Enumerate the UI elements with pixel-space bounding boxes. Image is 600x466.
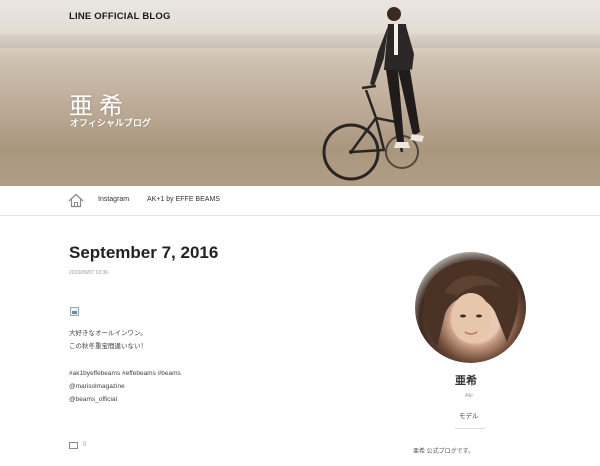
profile-avatar[interactable] [415, 252, 526, 363]
broken-image-icon[interactable] [70, 307, 79, 316]
home-icon[interactable] [68, 193, 84, 208]
avatar-portrait [423, 260, 519, 347]
profile-divider [455, 428, 485, 429]
profile-name-roman: Aki [465, 393, 473, 399]
post-line: この秋冬重宝間違いない！ [69, 343, 147, 351]
comment-button[interactable]: 0 [69, 442, 109, 452]
blog-subtitle: オフィシャルブログ [70, 118, 151, 128]
post-line: 大好きなオールインワン。 [69, 330, 147, 337]
post-body: 大好きなオールインワン。 この秋冬重宝間違いない！ #ak1byeffebeam… [69, 327, 181, 406]
header-photo-woman-with-bicycle [322, 7, 424, 181]
sea-horizon [0, 34, 600, 48]
nav-link-instagram[interactable]: Instagram [98, 196, 129, 203]
comment-icon [69, 442, 78, 449]
comment-count: 0 [83, 442, 87, 448]
post-mention-beams-official[interactable]: @beams_official [69, 393, 181, 406]
post-title[interactable]: September 7, 2016 [69, 243, 218, 263]
profile-role: モデル [459, 413, 479, 420]
beach-sand [0, 120, 600, 186]
nav-link-ak1-effe-beams[interactable]: AK+1 by EFFE BEAMS [147, 196, 220, 203]
top-nav: Instagram AK+1 by EFFE BEAMS [0, 186, 600, 216]
profile-description: 亜希 公式ブログです。 [413, 449, 475, 455]
line-official-blog-logo[interactable]: LINE OFFICIAL BLOG [69, 11, 171, 22]
post-mention-marisolmagazine[interactable]: @marisolmagazine [69, 380, 181, 393]
post-line-blank [69, 354, 181, 367]
post-hashtags[interactable]: #ak1byeffebeams #effebeams #beams [69, 367, 181, 380]
profile-name[interactable]: 亜希 [455, 372, 477, 388]
post-datetime: 2016/09/07 10:36 [69, 270, 108, 276]
header-banner: LINE OFFICIAL BLOG 亜希 オフィシャルブログ [0, 0, 600, 186]
